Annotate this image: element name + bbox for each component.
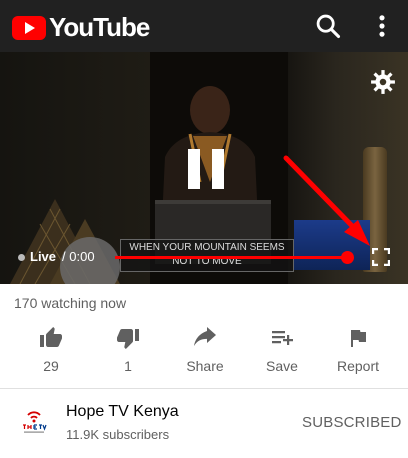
channel-name[interactable]: Hope TV Kenya	[66, 403, 179, 421]
search-icon[interactable]	[314, 12, 342, 40]
thumb-down-icon	[117, 329, 139, 349]
like-count: 29	[43, 358, 59, 374]
fullscreen-icon[interactable]	[372, 248, 390, 266]
youtube-logo-text: YouTube	[49, 12, 150, 42]
lower-third-line-1: WHEN YOUR MOUNTAIN SEEMS	[129, 242, 285, 253]
more-vert-icon[interactable]	[368, 12, 396, 40]
share-label: Share	[186, 358, 224, 374]
top-app-bar: YouTube	[0, 0, 408, 52]
share-icon	[194, 327, 216, 346]
youtube-play-icon	[12, 15, 46, 40]
share-button[interactable]: Share	[165, 322, 245, 374]
thumb-up-icon	[40, 327, 62, 347]
video-inset	[294, 220, 370, 270]
channel-avatar[interactable]	[18, 405, 50, 437]
subscribed-button[interactable]: SUBSCRIBED	[302, 414, 402, 431]
progress-scrubber[interactable]	[341, 251, 354, 264]
save-button[interactable]: Save	[242, 322, 322, 374]
report-button[interactable]: Report	[318, 322, 398, 374]
time-display: / 0:00	[62, 249, 95, 264]
report-label: Report	[336, 358, 380, 374]
action-bar: 29 1 Share Save Report	[0, 322, 408, 380]
flag-icon	[351, 330, 366, 347]
youtube-logo[interactable]: YouTube	[12, 12, 150, 43]
progress-bar[interactable]	[115, 256, 351, 259]
divider	[0, 388, 408, 389]
pause-icon[interactable]	[188, 149, 224, 189]
dislike-button[interactable]: 1	[88, 322, 168, 374]
dislike-count: 1	[124, 358, 132, 374]
current-time: 0:00	[69, 249, 95, 264]
subscriber-count: 11.9K subscribers	[66, 427, 170, 442]
save-label: Save	[266, 358, 298, 374]
live-indicator-dot	[18, 254, 25, 261]
watching-count: 170 watching now	[14, 295, 127, 311]
live-label[interactable]: Live	[30, 249, 56, 264]
like-button[interactable]: 29	[11, 322, 91, 374]
time-separator: /	[62, 249, 66, 264]
settings-gear-icon[interactable]	[370, 69, 396, 95]
playlist-add-icon	[272, 331, 293, 345]
